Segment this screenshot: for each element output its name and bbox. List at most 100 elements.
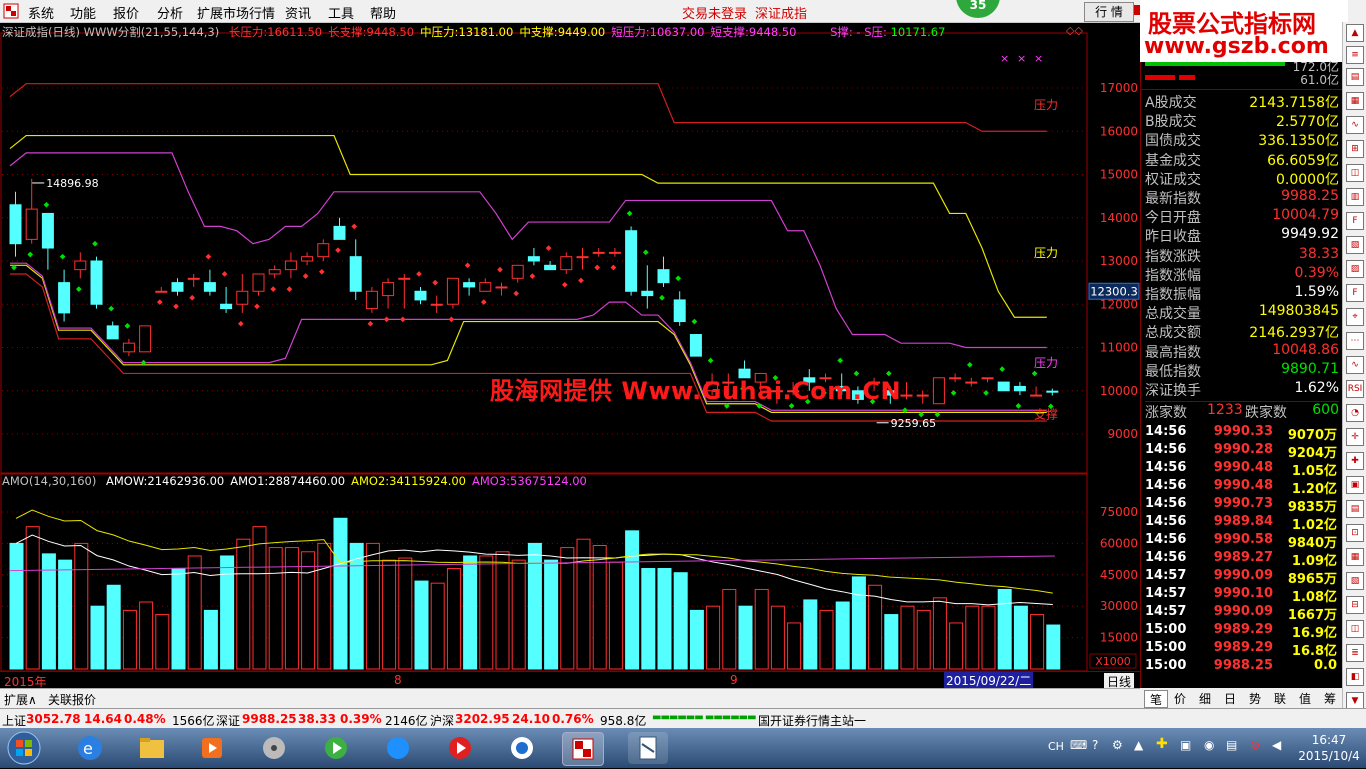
amo-label: AMO1: [230,474,269,488]
tab-related-quotes[interactable]: 关联报价 [48,691,96,708]
detail-tab[interactable]: 值 [1294,690,1316,706]
zoom-out-icon[interactable]: ✚ [1346,452,1364,470]
tray-chat-icon[interactable]: ◉ [1204,738,1214,752]
tool-icon-6[interactable]: ◫ [1346,164,1364,182]
network-warning-icon[interactable]: ⊘ [1250,738,1260,752]
detail-tab[interactable]: 势 [1244,690,1266,706]
quote-button[interactable]: 行 情 [1084,2,1134,22]
ie-icon[interactable]: e [70,732,110,764]
volume-icon[interactable]: ◀ [1272,738,1281,752]
tool-icon-12[interactable]: ⌖ [1346,308,1364,326]
tool-icon-10[interactable]: ▨ [1346,260,1364,278]
tray-plus-icon[interactable]: ✚ [1156,736,1168,752]
detail-tab[interactable]: 联 [1269,690,1291,706]
sar-dot [254,303,260,310]
browser-icon[interactable] [378,732,418,764]
trade-status[interactable]: 交易未登录 [682,3,747,22]
menu-item-help[interactable]: 帮助 [370,3,396,22]
tool-icon-11[interactable]: F [1346,284,1364,302]
menu-item-function[interactable]: 功能 [70,3,96,22]
stat-row: 国债成交 336.1350亿 [1145,130,1339,149]
amo-label: AMOW: [106,474,148,488]
sar-dot [432,279,439,286]
volume-bar [139,601,154,670]
media-icon[interactable] [192,732,232,764]
video-icon[interactable] [440,732,480,764]
detail-tab[interactable]: 筹 [1319,690,1341,706]
tool-icon-5[interactable]: ⊞ [1346,140,1364,158]
tool-icon-9[interactable]: ▧ [1346,236,1364,254]
tray-monitor-icon[interactable]: ▤ [1226,738,1237,752]
tool-icon-15[interactable]: ◔ [1346,404,1364,422]
tray-app-icon[interactable]: ▣ [1180,738,1191,752]
menu-item-tools[interactable]: 工具 [328,3,354,22]
notepad-icon[interactable] [628,732,668,764]
settings-icon[interactable]: ⚙ [1112,738,1123,752]
tool-icon-1[interactable]: ≡ [1346,46,1364,64]
tool-icon-20[interactable]: ▧ [1346,572,1364,590]
stat-row: 基金成交 66.6059亿 [1145,150,1339,169]
tray-arrow-icon[interactable]: ▲ [1134,738,1143,752]
candle-body [544,264,557,271]
zoom-in-icon[interactable]: ✛ [1346,428,1364,446]
volume-bar [203,609,218,670]
collapse-diamond-icon[interactable]: ◇◇ [1066,24,1083,37]
volume-bar [949,622,964,670]
keyboard-icon[interactable]: ⌨ [1070,738,1087,752]
kline-chart[interactable]: 1700016000150001400013000120001100010000… [0,22,1140,688]
tick-time: 14:57 [1145,586,1187,601]
stat-value: 2143.7158亿 [1249,95,1339,111]
tool-icon-14[interactable]: ∿ [1346,356,1364,374]
start-button-icon[interactable] [4,730,44,766]
tool-icon-4[interactable]: ∿ [1346,116,1364,134]
detail-tab[interactable]: 价 [1169,690,1191,706]
menu-item-system[interactable]: 系统 [28,3,54,22]
lang-indicator[interactable]: CH [1048,740,1064,753]
tick-volume: 8965万 [1287,572,1337,587]
sh-label[interactable]: 上证 [2,712,26,729]
tool-icon-8[interactable]: F [1346,212,1364,230]
tool-icon-24[interactable]: ◧ [1346,668,1364,686]
sz-label[interactable]: 深证 [216,712,240,729]
rsi-icon[interactable]: RSI [1346,380,1364,398]
detail-tab[interactable]: 细 [1194,690,1216,706]
tab-extend[interactable]: 扩展∧ [4,691,37,708]
menu-item-quote[interactable]: 报价 [113,3,139,22]
notification-badge[interactable]: 35 [956,0,1000,18]
explorer-icon[interactable] [132,732,172,764]
taskbar-clock[interactable]: 16:47 2015/10/4 [1294,732,1364,764]
tick-time: 14:56 [1145,460,1187,475]
detail-tab[interactable]: 日 [1219,690,1241,706]
reel-icon[interactable] [254,732,294,764]
tool-icon-16[interactable]: ▣ [1346,476,1364,494]
player-icon[interactable] [316,732,356,764]
short-resistance-line [9,152,1047,349]
menu-item-news[interactable]: 资讯 [285,3,311,22]
stat-row: 权证成交 0.0000亿 [1145,169,1339,188]
tool-icon-21[interactable]: ⊟ [1346,596,1364,614]
tool-icon-2[interactable]: ▤ [1346,68,1364,86]
tool-icon-13[interactable]: ⋯ [1346,332,1364,350]
scroll-up-icon[interactable]: ▲ [1346,24,1364,42]
volume-bar [9,542,24,670]
qq-browser-icon[interactable] [502,732,542,764]
stock-app-taskbar-icon[interactable] [562,732,604,766]
kline-chart-area[interactable]: 17000 16000 15000 14000 13000 12000 11000 10000… [0,22,1140,688]
tool-icon-17[interactable]: ▤ [1346,500,1364,518]
tool-icon-3[interactable]: ▦ [1346,92,1364,110]
tool-icon-22[interactable]: ◫ [1346,620,1364,638]
volume-bar [997,588,1012,670]
menu-item-ext-market[interactable]: 扩展市场行情 [197,3,275,22]
candle-body [608,251,621,254]
menu-item-analysis[interactable]: 分析 [157,3,183,22]
help-icon[interactable]: ? [1092,738,1098,752]
tool-icon-7[interactable]: ▥ [1346,188,1364,206]
date-month-9: 9 [730,673,738,687]
detail-tab[interactable]: 笔 [1144,690,1168,708]
hs-label[interactable]: 沪深 [430,712,454,729]
candle-body [495,286,508,289]
tool-icon-23[interactable]: ≣ [1346,644,1364,662]
tool-icon-18[interactable]: ⊡ [1346,524,1364,542]
tick-price: 9990.48 [1213,460,1273,475]
tool-icon-19[interactable]: ▦ [1346,548,1364,566]
